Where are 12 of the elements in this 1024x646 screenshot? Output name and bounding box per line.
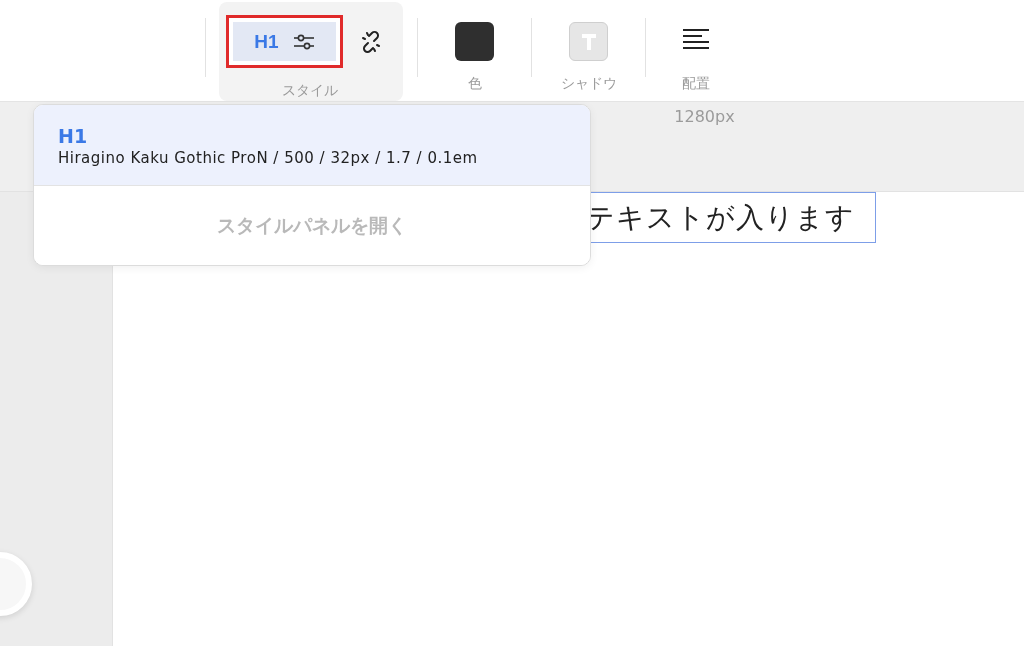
style-option[interactable]: H1 Hiragino Kaku Gothic ProN / 500 / 32px / 1.7 / 0.1em	[34, 105, 590, 186]
align-left-icon[interactable]	[682, 28, 710, 50]
shadow-label: シャドウ	[560, 75, 617, 93]
width-label: 1280px	[674, 107, 735, 128]
style-label: スタイル	[281, 82, 338, 100]
align-label: 配置	[682, 75, 710, 93]
unlink-icon[interactable]	[359, 29, 383, 54]
sliders-icon	[292, 32, 315, 51]
color-label: 色	[467, 75, 482, 93]
color-swatch[interactable]	[455, 22, 494, 61]
style-name: H1	[58, 125, 89, 147]
style-spec: Hiragino Kaku Gothic ProN / 500 / 32px / 1.7 / 0.1em	[58, 149, 479, 167]
